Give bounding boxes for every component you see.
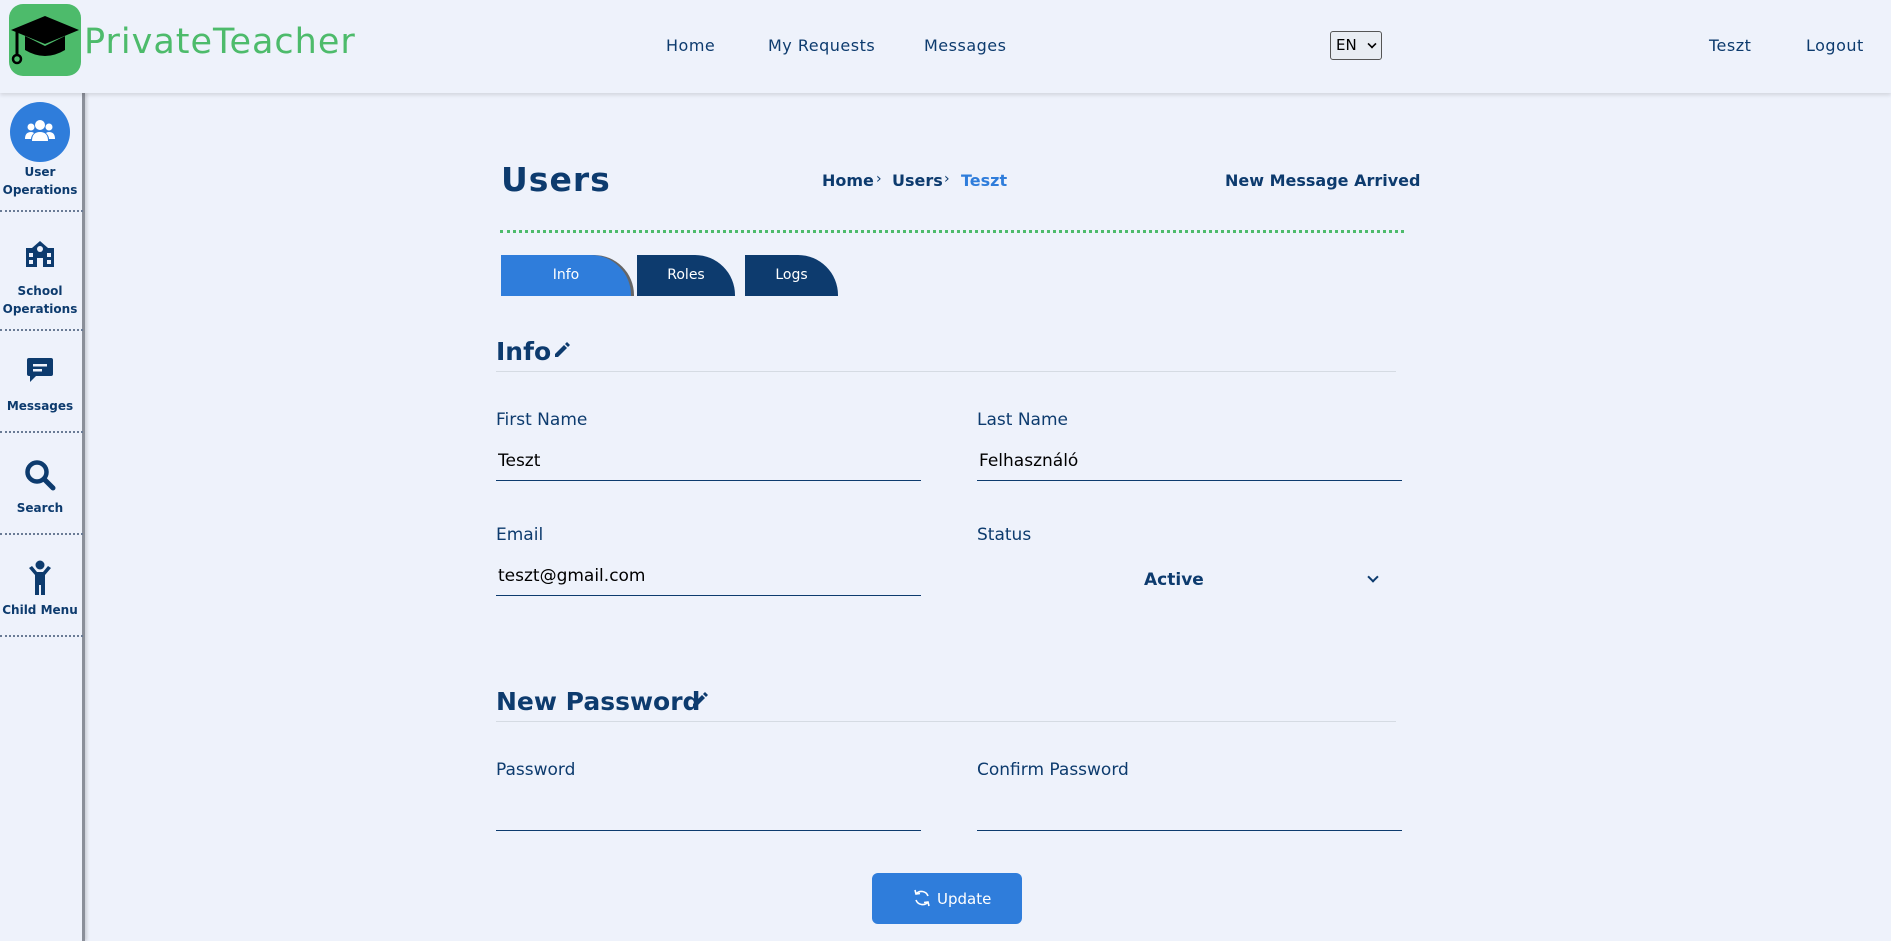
breadcrumb-current: Teszt (961, 171, 1008, 190)
top-header: PrivateTeacher Home My Requests Messages… (0, 0, 1891, 93)
section-divider (496, 721, 1396, 722)
nav-my-requests[interactable]: My Requests (768, 36, 875, 55)
sidebar-item-label: School Operations (2, 284, 78, 316)
edit-pencil-icon[interactable] (691, 691, 709, 709)
sidebar-item-label: Child Menu (2, 603, 78, 617)
title-divider (500, 230, 1404, 233)
nav-home[interactable]: Home (666, 36, 715, 55)
status-label: Status (977, 525, 1032, 545)
breadcrumb-separator: › (876, 171, 882, 187)
chevron-down-icon (1367, 571, 1379, 583)
password-section-title: New Password (496, 687, 701, 716)
new-message-notice[interactable]: New Message Arrived (1225, 171, 1420, 190)
logout-link[interactable]: Logout (1806, 36, 1864, 55)
sidebar-item-school-operations[interactable]: School Operations (0, 212, 83, 331)
first-name-label: First Name (496, 410, 588, 430)
password-label: Password (496, 760, 576, 780)
sidebar-item-search[interactable]: Search (0, 433, 83, 535)
breadcrumb-home[interactable]: Home (822, 171, 874, 190)
sidebar-item-user-operations[interactable]: User Operations (0, 93, 83, 212)
users-icon (25, 120, 55, 141)
sidebar-item-label: Messages (6, 399, 74, 413)
last-name-field[interactable] (977, 441, 1402, 481)
email-label: Email (496, 525, 544, 545)
sidebar-item-messages[interactable]: Messages (0, 331, 83, 433)
status-value: Active (1144, 570, 1204, 590)
search-icon (25, 460, 56, 491)
nav-messages[interactable]: Messages (924, 36, 1006, 55)
sidebar-item-child-menu[interactable]: Child Menu (0, 535, 83, 637)
sidebar-item-label: User Operations (2, 165, 78, 197)
tab-roles[interactable]: Roles (637, 255, 735, 296)
confirm-password-field[interactable] (977, 791, 1402, 831)
tab-logs[interactable]: Logs (745, 255, 838, 296)
graduation-cap-icon (11, 16, 79, 65)
status-select[interactable]: Active (977, 563, 1402, 597)
child-icon (29, 560, 51, 595)
message-icon (27, 358, 53, 382)
tab-info[interactable]: Info (501, 255, 631, 296)
language-select[interactable]: EN (1330, 31, 1382, 60)
info-section-title: Info (496, 337, 552, 366)
school-icon (26, 241, 54, 267)
chevron-down-icon (1367, 39, 1377, 49)
edit-pencil-icon[interactable] (553, 341, 571, 359)
user-link[interactable]: Teszt (1709, 36, 1751, 55)
update-button-label: Update (937, 890, 992, 908)
confirm-password-label: Confirm Password (977, 760, 1129, 780)
last-name-label: Last Name (977, 410, 1068, 430)
password-field[interactable] (496, 791, 921, 831)
brand-name[interactable]: PrivateTeacher (84, 22, 356, 62)
first-name-field[interactable] (496, 441, 921, 481)
breadcrumb-users[interactable]: Users (892, 171, 943, 190)
language-value: EN (1336, 36, 1357, 54)
refresh-icon (914, 889, 930, 907)
page-title: Users (501, 160, 611, 199)
section-divider (496, 371, 1396, 372)
update-button[interactable]: Update (872, 873, 1022, 924)
email-field[interactable] (496, 556, 921, 596)
sidebar-item-label: Search (16, 501, 64, 515)
logo[interactable] (9, 4, 81, 76)
breadcrumb-separator: › (944, 171, 950, 187)
sidebar: User Operations School Operations Messag… (0, 93, 85, 941)
